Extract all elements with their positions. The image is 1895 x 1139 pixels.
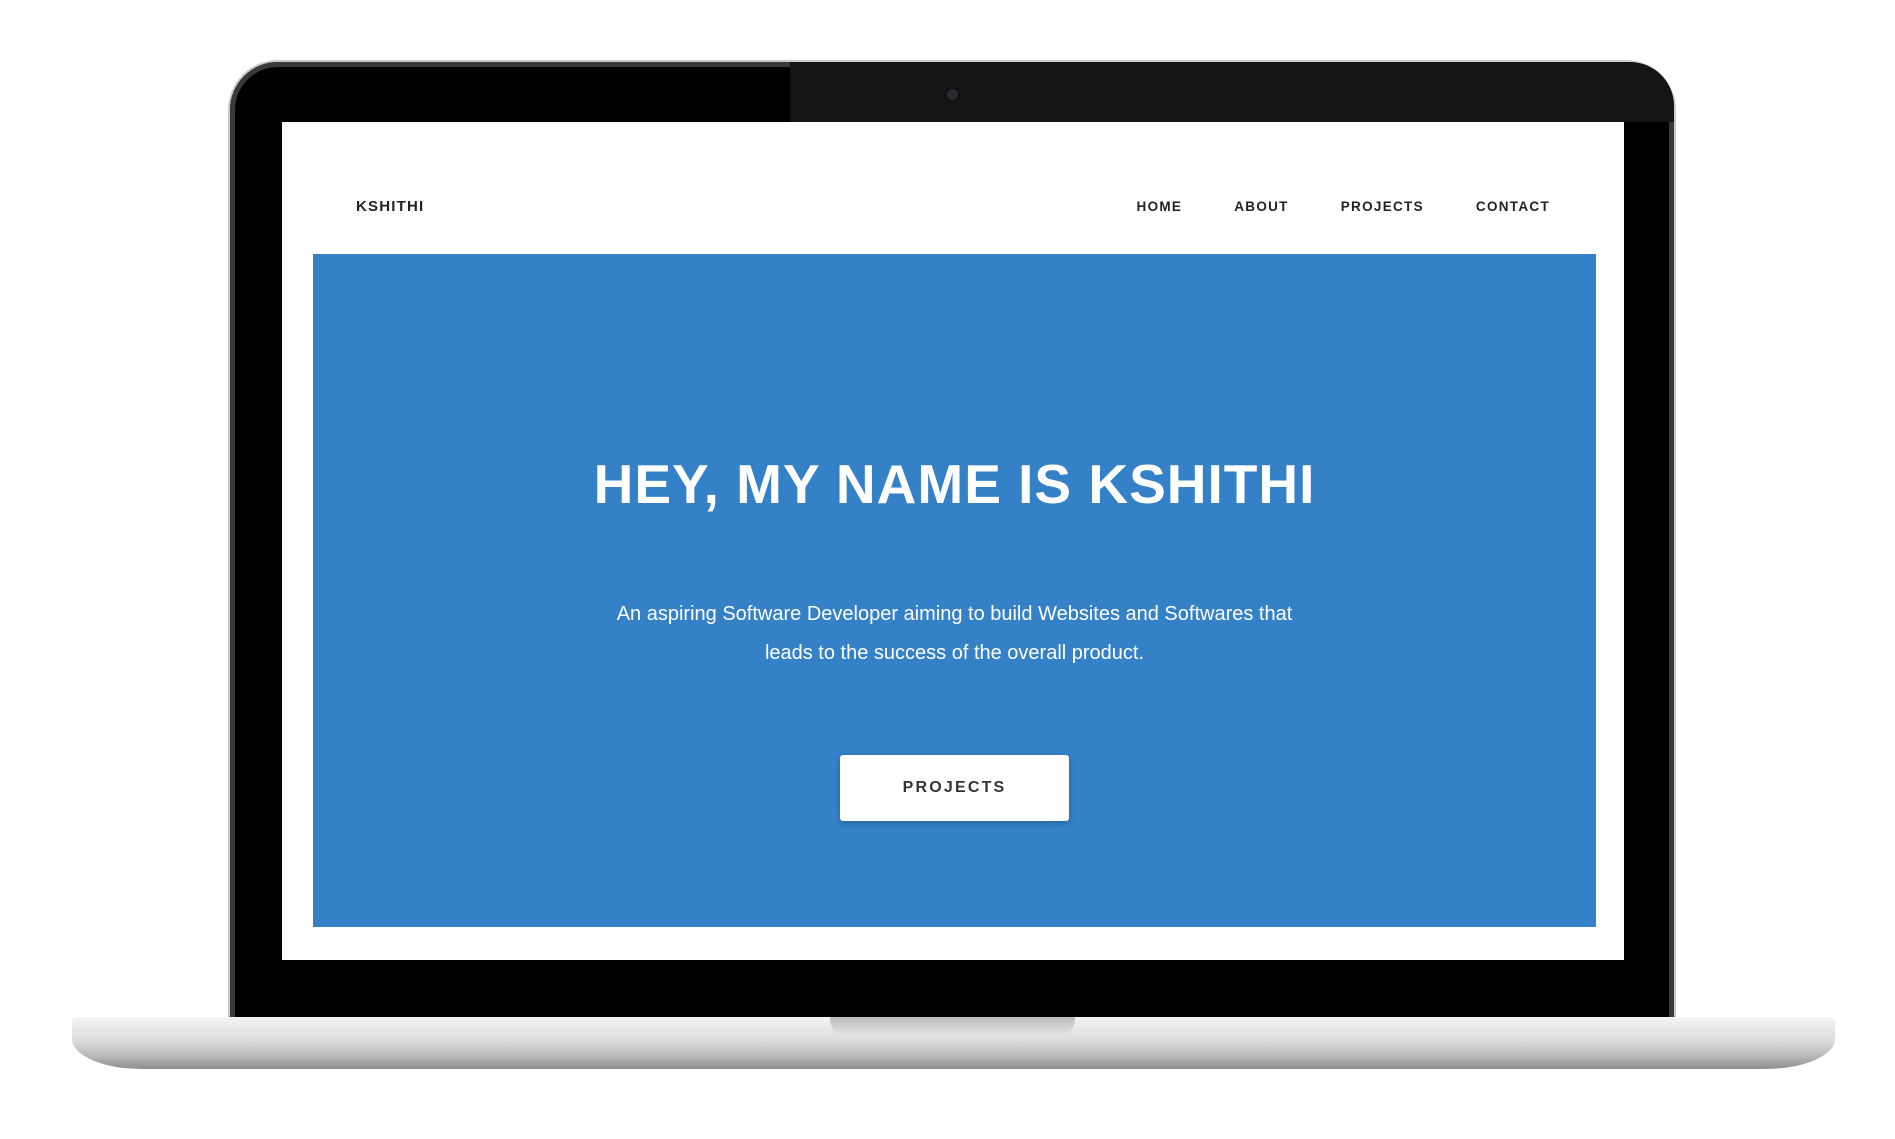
hero-title: HEY, MY NAME IS KSHITHI bbox=[593, 453, 1316, 515]
nav-links: HOME ABOUT PROJECTS CONTACT bbox=[1137, 199, 1550, 214]
camera-icon bbox=[947, 89, 958, 100]
laptop-base bbox=[72, 1017, 1835, 1069]
nav-projects-link[interactable]: PROJECTS bbox=[1341, 199, 1424, 214]
lid-glare bbox=[790, 62, 1674, 122]
laptop-screen: KSHITHI HOME ABOUT PROJECTS CONTACT HEY,… bbox=[282, 122, 1624, 960]
hero-section: HEY, MY NAME IS KSHITHI An aspiring Soft… bbox=[313, 254, 1596, 927]
nav-home-link[interactable]: HOME bbox=[1137, 199, 1183, 214]
brand-logo[interactable]: KSHITHI bbox=[356, 198, 424, 215]
navbar: KSHITHI HOME ABOUT PROJECTS CONTACT bbox=[282, 122, 1624, 254]
hero-subtitle: An aspiring Software Developer aiming to… bbox=[616, 602, 1293, 664]
base-notch bbox=[830, 1017, 1075, 1037]
nav-contact-link[interactable]: CONTACT bbox=[1476, 199, 1550, 214]
projects-button[interactable]: PROJECTS bbox=[840, 754, 1069, 821]
mockup-stage: KSHITHI HOME ABOUT PROJECTS CONTACT HEY,… bbox=[0, 0, 1895, 1139]
nav-about-link[interactable]: ABOUT bbox=[1234, 199, 1289, 214]
